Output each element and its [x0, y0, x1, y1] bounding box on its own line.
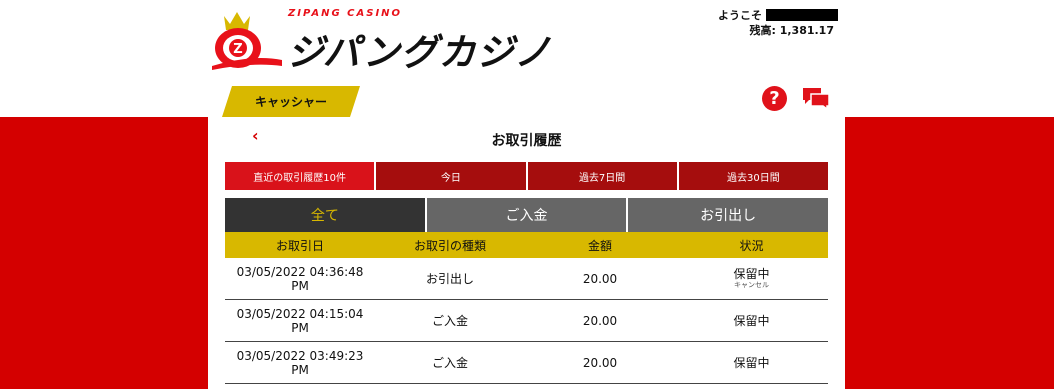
- cell-date: 03/05/2022 04:36:48 PM: [225, 258, 375, 299]
- cell-status: 保留中: [675, 300, 828, 341]
- cell-status-value: 保留中: [733, 313, 770, 328]
- period-filter-tabs: 直近の取引履歴10件 今日 過去7日間 過去30日間: [225, 162, 828, 190]
- cell-amount: 20.00: [582, 271, 618, 286]
- cell-date-value: 03/05/2022 04:15:04: [236, 306, 364, 321]
- tab-withdrawal[interactable]: お引出し: [628, 198, 829, 232]
- tab-all[interactable]: 全て: [225, 198, 425, 232]
- tab-recent-10[interactable]: 直近の取引履歴10件: [225, 162, 375, 190]
- page-title: お取引履歴: [491, 133, 562, 149]
- column-header-type: お取引の種類: [413, 238, 486, 253]
- cell-date-value: 03/05/2022 04:36:48: [236, 264, 364, 279]
- cell-date: 03/05/2022 03:49:23 PM: [225, 342, 375, 383]
- table-row: 03/05/2022 03:49:23 PM ご入金 20.00 保留中: [225, 342, 828, 384]
- column-header-date: お取引日: [275, 238, 324, 253]
- table-body: 03/05/2022 04:36:48 PM お引出し 20.00 保留中 キャ…: [225, 258, 828, 384]
- cashier-tab-label: キャッシャー: [254, 95, 327, 109]
- logo-subtitle: ZIPANG CASINO: [288, 8, 403, 19]
- column-header-amount: 金額: [587, 238, 612, 253]
- cancel-link[interactable]: キャンセル: [734, 281, 769, 290]
- cell-status: 保留中: [675, 342, 828, 383]
- cell-date-ampm: PM: [291, 362, 309, 377]
- cell-status-value: 保留中: [733, 267, 770, 281]
- cell-amount: 20.00: [582, 313, 618, 328]
- transaction-history-panel: ‹ お取引履歴 直近の取引履歴10件 今日 過去7日間 過去30日間 全て ご入…: [208, 117, 845, 389]
- type-filter-tabs: 全て ご入金 お引出し: [225, 198, 829, 232]
- welcome-label: ようこそ: [718, 9, 762, 22]
- cell-date-ampm: PM: [291, 278, 309, 293]
- tab-deposit[interactable]: ご入金: [426, 198, 627, 232]
- welcome-text: ようこそ: [718, 8, 838, 22]
- cashier-tab[interactable]: キャッシャー: [222, 86, 360, 117]
- table-header: お取引日 お取引の種類 金額 状況: [225, 232, 828, 258]
- svg-text:Z: Z: [233, 42, 242, 57]
- table-row: 03/05/2022 04:15:04 PM ご入金 20.00 保留中: [225, 300, 828, 342]
- column-header-status: 状況: [739, 238, 764, 253]
- balance-text: 残高: 1,381.17: [749, 24, 834, 37]
- logo-title: ジパングカジノ: [287, 31, 552, 74]
- table-row: 03/05/2022 04:36:48 PM お引出し 20.00 保留中 キャ…: [225, 258, 828, 300]
- cell-amount: 20.00: [582, 355, 618, 370]
- tab-past-30-days[interactable]: 過去30日間: [678, 162, 828, 190]
- cell-type: お引出し: [425, 271, 474, 286]
- cell-type: ご入金: [431, 355, 468, 370]
- tab-past-7-days[interactable]: 過去7日間: [527, 162, 677, 190]
- tab-today[interactable]: 今日: [376, 162, 526, 190]
- chat-bubbles-icon[interactable]: [801, 86, 831, 110]
- redacted-username: [766, 9, 838, 21]
- cell-date-ampm: PM: [291, 320, 309, 335]
- cell-date-value: 03/05/2022 03:49:23: [236, 348, 364, 363]
- cell-status-value: 保留中: [733, 355, 770, 370]
- question-circle-icon[interactable]: ?: [762, 86, 787, 111]
- cell-type: ご入金: [431, 313, 468, 328]
- cell-status: 保留中 キャンセル: [675, 258, 828, 299]
- cell-date: 03/05/2022 04:15:04 PM: [225, 300, 375, 341]
